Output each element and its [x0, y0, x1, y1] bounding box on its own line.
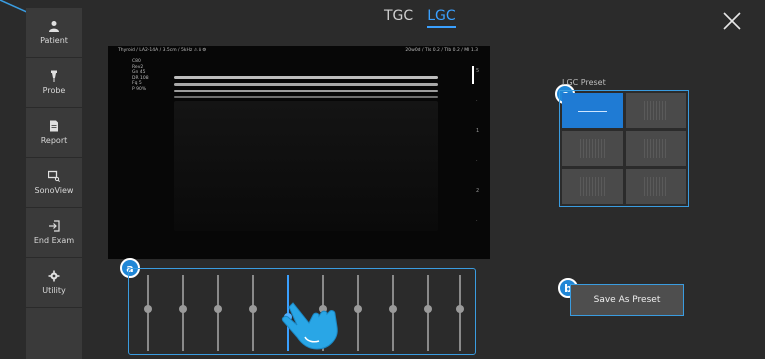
- depth-mark: 2: [476, 188, 480, 194]
- exit-icon: [49, 220, 60, 232]
- sidebar-item-label: SonoView: [34, 186, 74, 195]
- lgc-slider-track[interactable]: [182, 275, 184, 351]
- person-icon: [49, 21, 59, 32]
- sidebar-item-label: Report: [40, 136, 68, 145]
- preset-hatch: [643, 177, 668, 196]
- preset-hatch: [643, 139, 668, 158]
- lgc-slider-track[interactable]: [252, 275, 254, 351]
- lgc-slider-knob[interactable]: [179, 305, 187, 313]
- echo-haze: [174, 101, 438, 231]
- preset-hatch: [643, 101, 668, 120]
- save-as-preset-button[interactable]: Save As Preset: [570, 284, 684, 316]
- depth-mark: ·: [476, 98, 478, 104]
- gain-tabs: TGC LGC: [384, 8, 456, 28]
- sidebar-item-label: Probe: [42, 86, 66, 95]
- close-icon[interactable]: [723, 12, 741, 30]
- scan-header-left: Thyroid / LA2-14A / 3.5cm / 5kHz ⚠ ℹ ⚙: [118, 48, 207, 53]
- preset-curve: [578, 110, 607, 112]
- lgc-slider-knob[interactable]: [214, 305, 222, 313]
- preset-cell-6[interactable]: [625, 169, 686, 204]
- echo-band: [174, 96, 438, 98]
- hand-pointer-icon: [282, 302, 338, 350]
- echo-band: [174, 90, 438, 92]
- lgc-slider-track[interactable]: [147, 275, 149, 351]
- lgc-preset-title: LGC Preset: [562, 78, 606, 87]
- lgc-slider-panel: [128, 268, 476, 355]
- focus-bar: [472, 66, 474, 84]
- lgc-slider-knob[interactable]: [456, 305, 464, 313]
- preset-cell-4[interactable]: [625, 131, 686, 166]
- sidebar-item-label: End Exam: [33, 236, 75, 245]
- lgc-slider-track[interactable]: [427, 275, 429, 351]
- lgc-slider-track[interactable]: [217, 275, 219, 351]
- scan-parameters: C80 Rev2 Gn 45 DR 108 Fq 5 P 90%: [132, 59, 149, 92]
- preset-cell-1[interactable]: [562, 93, 623, 128]
- depth-mark: 1: [476, 128, 480, 134]
- sidebar-item-probe[interactable]: Probe: [26, 58, 82, 108]
- preset-hatch: [580, 139, 605, 158]
- depth-mark: ·: [476, 218, 478, 224]
- gear-icon: [48, 270, 60, 282]
- lgc-slider-knob[interactable]: [354, 305, 362, 313]
- scan-header-right: 20w0d / TIs 0.2 / TIb 0.2 / MI 1.3: [405, 48, 478, 53]
- sidebar-item-label: Patient: [40, 36, 68, 45]
- ultrasound-image: Thyroid / LA2-14A / 3.5cm / 5kHz ⚠ ℹ ⚙ 2…: [108, 46, 490, 259]
- scan-param: P 90%: [132, 86, 147, 92]
- lgc-slider-knob[interactable]: [424, 305, 432, 313]
- sidebar-item-report[interactable]: Report: [26, 108, 82, 158]
- depth-mark: 5: [476, 68, 480, 74]
- sidebar-item-sonoview[interactable]: SonoView: [26, 158, 82, 208]
- preset-hatch: [580, 177, 605, 196]
- sidebar-item-utility[interactable]: Utility: [26, 258, 82, 308]
- lgc-slider-track[interactable]: [392, 275, 394, 351]
- echo-band: [174, 83, 438, 86]
- document-icon: [50, 120, 58, 132]
- lgc-preset-grid: [559, 90, 689, 207]
- tab-tgc[interactable]: TGC: [384, 8, 413, 28]
- depth-scale: 5 · 1 · 2 ·: [476, 68, 488, 248]
- echo-band: [174, 76, 438, 79]
- preset-cell-2[interactable]: [625, 93, 686, 128]
- lgc-slider-track[interactable]: [357, 275, 359, 351]
- depth-mark: ·: [476, 158, 478, 164]
- lgc-slider-knob[interactable]: [389, 305, 397, 313]
- preset-cell-3[interactable]: [562, 131, 623, 166]
- preset-cell-5[interactable]: [562, 169, 623, 204]
- tab-lgc[interactable]: LGC: [427, 8, 456, 28]
- sidebar-item-label: Utility: [42, 286, 66, 295]
- probe-icon: [51, 70, 57, 82]
- sidebar: Patient Probe Report SonoView End Exam U…: [26, 8, 82, 359]
- sonoview-icon: [48, 170, 60, 182]
- sidebar-item-patient[interactable]: Patient: [26, 8, 82, 58]
- lgc-slider-track[interactable]: [459, 275, 461, 351]
- lgc-slider-knob[interactable]: [249, 305, 257, 313]
- sidebar-item-end-exam[interactable]: End Exam: [26, 208, 82, 258]
- lgc-slider-knob[interactable]: [144, 305, 152, 313]
